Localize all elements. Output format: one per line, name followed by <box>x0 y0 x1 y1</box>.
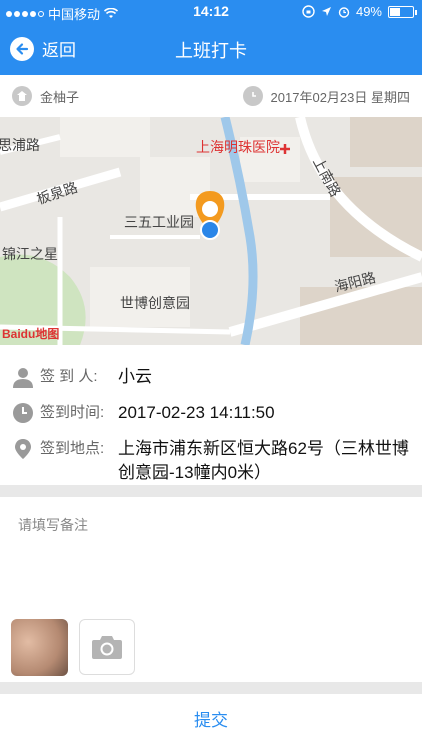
clock-icon <box>13 403 33 423</box>
add-photo-button[interactable] <box>79 619 135 675</box>
time-value: 2017-02-23 14:11:50 <box>118 403 275 422</box>
page-title: 上班打卡 <box>175 41 247 61</box>
remark-section <box>0 497 422 682</box>
nav-bar: 返回 上班打卡 <box>0 26 422 72</box>
info-row: 金柚子 2017年02月23日 星期四 <box>0 75 422 117</box>
attached-photo[interactable] <box>11 619 68 676</box>
date-text: 2017年02月23日 星期四 <box>270 89 410 105</box>
map-label-hospital: 上海明珠医院 <box>196 139 280 155</box>
status-right: 49% <box>302 4 417 19</box>
user-name-text: 金柚子 <box>40 89 80 105</box>
time-row: 签到时间: 2017-02-23 14:11:50 <box>12 401 410 425</box>
user-icon <box>13 368 33 388</box>
signer-label: 签 到 人: <box>40 368 98 385</box>
status-bar: 中国移动 14:12 49% <box>0 0 422 24</box>
map-view[interactable]: 思浦路 板泉路 上海明珠医院 上南路 三五工业园 锦江之星 世博创意园 海阳路 … <box>0 117 422 345</box>
baidu-map-logo: Baidu地图 <box>2 327 60 341</box>
map-label-road1: 思浦路 <box>0 137 40 153</box>
location-arrow-icon <box>321 7 331 16</box>
remark-input[interactable] <box>0 497 422 607</box>
map-label-hotel: 锦江之星 <box>2 246 58 262</box>
rotation-lock-icon <box>302 5 315 18</box>
checkin-details: 签 到 人: 小云 签到时间: 2017-02-23 14:11:50 签到地点… <box>0 345 422 485</box>
time-label: 签到时间: <box>40 404 105 421</box>
location-row: 签到地点: 上海市浦东新区恒大路62号（三林世博创意园-13幢内0米） <box>12 437 410 485</box>
user-name: 金柚子 <box>12 86 79 106</box>
submit-button[interactable]: 提交 <box>0 694 422 750</box>
map-label-poi2: 世博创意园 <box>120 295 190 311</box>
alarm-icon <box>338 6 350 18</box>
location-value: 上海市浦东新区恒大路62号（三林世博创意园-13幢内0米） <box>118 439 409 482</box>
location-pin-icon <box>15 439 31 459</box>
section-divider-bottom <box>0 682 422 694</box>
battery-percent: 49% <box>355 4 382 19</box>
location-label: 签到地点: <box>40 440 105 457</box>
clock-icon <box>242 86 263 106</box>
map-label-poi1: 三五工业园 <box>124 214 194 230</box>
section-divider <box>0 485 422 497</box>
company-icon <box>12 86 32 106</box>
signer-row: 签 到 人: 小云 <box>12 365 410 389</box>
date-display: 2017年02月23日 星期四 <box>242 86 410 106</box>
camera-icon <box>92 636 122 659</box>
signer-value: 小云 <box>118 367 152 386</box>
top-header: 中国移动 14:12 49% 返回 上班打卡 <box>0 0 422 75</box>
battery-icon <box>388 5 417 18</box>
